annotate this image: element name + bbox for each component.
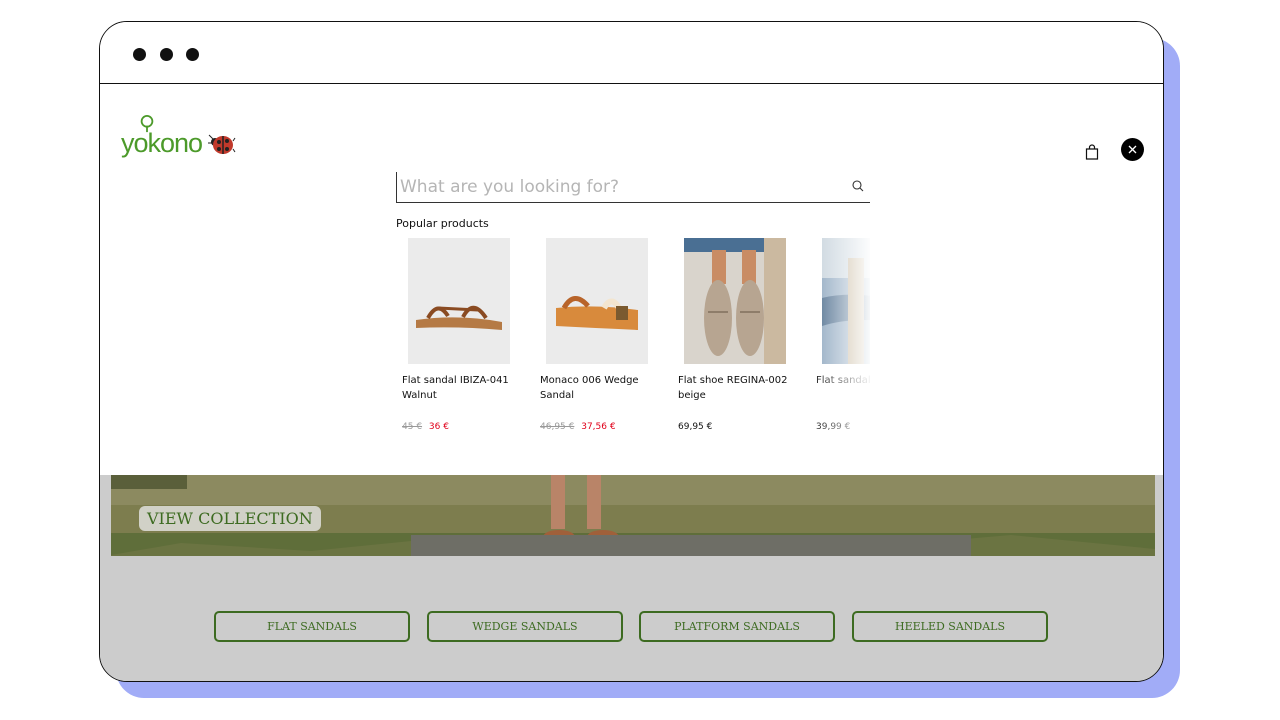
product-price: 37,56 € [581,422,616,432]
category-button-wedge-sandals[interactable]: WEDGE SANDALS [427,611,623,642]
product-card[interactable]: Flat sandal IBIZA-041 Walnut 45 € 36 € [396,238,526,432]
product-prices: 39,99 € [816,422,870,432]
product-prices: 46,95 € 37,56 € [540,422,664,432]
product-prices: 45 € 36 € [402,422,526,432]
product-card[interactable]: Flat shoe REGINA-002 beige 69,95 € [672,238,802,432]
blue-sandal-image [822,238,870,364]
product-old-price: 46,95 € [540,422,575,432]
product-image[interactable] [684,238,786,364]
product-old-price: 45 € [402,422,423,432]
product-image[interactable] [408,238,510,364]
window-dot-1 [133,48,146,61]
brand-logo[interactable]: yokono [121,115,236,159]
wedge-sandal-image [546,238,648,364]
category-button-heeled-sandals[interactable]: HEELED SANDALS [852,611,1048,642]
close-search-button[interactable] [1121,138,1144,161]
search-icon[interactable] [852,180,864,192]
brand-logo-text: yokono [121,128,203,158]
sandal-image [408,238,510,364]
product-image[interactable] [822,238,870,364]
product-name[interactable]: Monaco 006 Wedge Sandal [540,373,658,403]
product-prices: 69,95 € [678,422,802,432]
page-content: yokono What are you looking for? Popular… [100,84,1163,681]
flat-shoe-image [684,238,786,364]
search-overlay-panel: yokono What are you looking for? Popular… [100,84,1163,475]
browser-window: yokono What are you looking for? Popular… [99,21,1164,682]
close-icon [1128,145,1137,154]
window-dot-2 [160,48,173,61]
product-price: 69,95 € [678,422,713,432]
tree-icon [140,115,154,133]
product-name[interactable]: Flat shoe REGINA-002 beige [678,373,796,403]
shopping-bag-icon[interactable] [1085,144,1099,160]
window-dot-3 [186,48,199,61]
product-price: 36 € [428,422,449,432]
product-name[interactable]: Flat sandal IBIZA-041 Walnut [402,373,520,403]
search-bar [396,172,870,203]
popular-products-list: Flat sandal IBIZA-041 Walnut 45 € 36 € M… [396,238,870,438]
product-image[interactable] [546,238,648,364]
view-collection-button[interactable]: VIEW COLLECTION [139,506,321,531]
category-button-flat-sandals[interactable]: FLAT SANDALS [214,611,410,642]
product-card[interactable]: Flat sandal blue 39,99 € [810,238,870,432]
ladybug-icon [208,134,236,154]
product-card[interactable]: Monaco 006 Wedge Sandal 46,95 € 37,56 € [534,238,664,432]
popular-products-heading: Popular products [396,217,489,230]
product-name[interactable]: Flat sandal blue [816,373,870,403]
window-titlebar [100,22,1163,84]
category-button-platform-sandals[interactable]: PLATFORM SANDALS [639,611,835,642]
hero-banner: VIEW COLLECTION [111,475,1155,556]
search-input[interactable] [396,172,842,202]
product-price: 39,99 € [816,422,851,432]
